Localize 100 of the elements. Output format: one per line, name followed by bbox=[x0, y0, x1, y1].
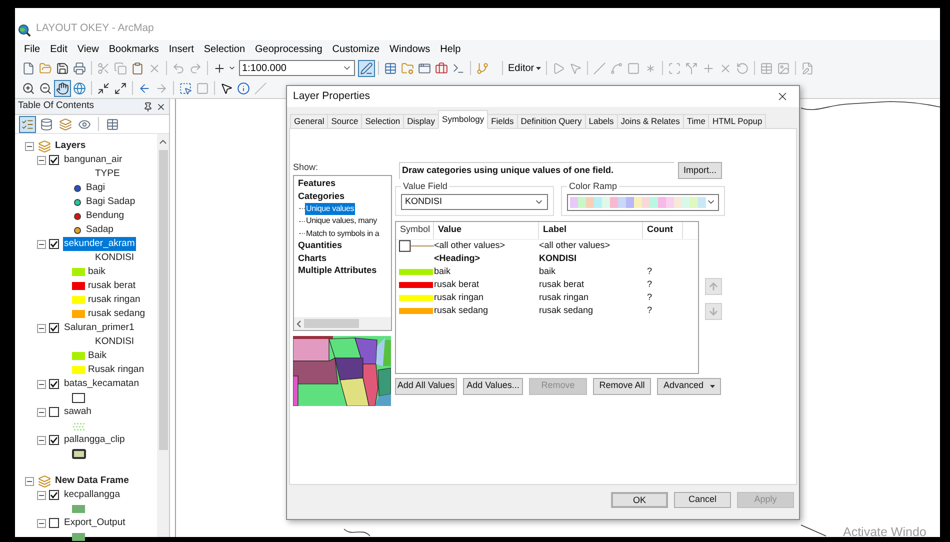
close-icon[interactable] bbox=[776, 90, 789, 103]
list-icon[interactable] bbox=[19, 116, 36, 132]
layer-checkbox[interactable] bbox=[49, 323, 59, 333]
printer-icon[interactable] bbox=[71, 60, 88, 76]
layer-checkbox[interactable] bbox=[49, 407, 59, 417]
collapse-icon[interactable] bbox=[37, 490, 46, 500]
dialog-button[interactable]: OK bbox=[611, 492, 668, 508]
scrollbar[interactable] bbox=[157, 134, 169, 537]
info-icon[interactable] bbox=[235, 80, 252, 96]
menu-item[interactable]: Customize bbox=[327, 42, 385, 56]
legend-label: Bagi bbox=[86, 180, 106, 195]
column-header[interactable]: Value bbox=[434, 222, 539, 238]
layer-checkbox[interactable] bbox=[49, 435, 59, 445]
table-cell-text: rusak berat bbox=[539, 278, 586, 292]
layer-name[interactable]: bangunan_air bbox=[63, 152, 124, 168]
table-cell-text: rusak ringan bbox=[539, 291, 590, 304]
caret-icon bbox=[536, 66, 542, 70]
collapse-icon[interactable] bbox=[25, 142, 34, 150]
collapse-icon[interactable] bbox=[25, 476, 34, 486]
action-button[interactable]: Remove All bbox=[593, 378, 651, 394]
collapse-icon[interactable] bbox=[37, 324, 46, 332]
color-ramp-dropdown[interactable] bbox=[567, 194, 719, 210]
up-arrow-icon bbox=[708, 280, 719, 292]
tab[interactable]: Definition Query bbox=[516, 114, 586, 129]
legend-label: Bendung bbox=[86, 208, 124, 223]
layer-checkbox[interactable] bbox=[49, 155, 59, 165]
tree-item[interactable]: Unique values bbox=[305, 202, 356, 215]
scrollbar[interactable] bbox=[294, 317, 391, 330]
layer-checkbox[interactable] bbox=[49, 379, 59, 389]
layer-checkbox[interactable] bbox=[49, 239, 59, 249]
tab[interactable]: General bbox=[290, 114, 328, 129]
globe-icon[interactable] bbox=[71, 80, 88, 96]
collapse-icon[interactable] bbox=[37, 436, 46, 444]
tree-item[interactable]: Unique values, many bbox=[305, 215, 378, 228]
menu-item[interactable]: Help bbox=[435, 42, 466, 56]
window-title: LAYOUT OKEY - ArcMap bbox=[36, 21, 154, 36]
menu-item[interactable]: File bbox=[19, 42, 46, 56]
tree-item[interactable]: Categories bbox=[297, 190, 346, 204]
collapse-icon[interactable] bbox=[37, 518, 46, 528]
pin-icon[interactable] bbox=[143, 102, 153, 112]
layer-name[interactable]: batas_kecamatan bbox=[63, 376, 140, 392]
layer-name[interactable]: kecpallangga bbox=[63, 488, 121, 502]
tree-item[interactable]: Quantities bbox=[297, 239, 344, 253]
menu-item[interactable]: Selection bbox=[198, 42, 250, 56]
field-name: KONDISI bbox=[95, 334, 134, 349]
data-frame-name[interactable]: Layers bbox=[55, 138, 86, 154]
legend-label: Sadap bbox=[86, 222, 114, 237]
scroll-up-icon[interactable] bbox=[159, 138, 167, 146]
down-arrow-icon bbox=[708, 306, 719, 316]
collapse-icon[interactable] bbox=[37, 240, 46, 248]
table-cell-text: ? bbox=[646, 278, 652, 292]
tab[interactable]: HTML Popup bbox=[708, 114, 766, 129]
scale-dropdown[interactable]: 1:100.000 bbox=[239, 60, 355, 76]
tab[interactable]: Display bbox=[403, 114, 440, 129]
tree-item[interactable]: Charts bbox=[297, 252, 328, 266]
legend-label: Baik bbox=[88, 348, 106, 363]
caret-icon[interactable] bbox=[228, 64, 236, 72]
table-cell-text: <Heading> bbox=[434, 252, 482, 266]
menu-item[interactable]: Windows bbox=[384, 42, 436, 56]
layer-name[interactable]: Export_Output bbox=[63, 516, 126, 530]
menu-item[interactable]: Edit bbox=[45, 42, 72, 56]
layer-checkbox[interactable] bbox=[49, 490, 59, 500]
layer-name[interactable]: pallangga_clip bbox=[63, 432, 126, 448]
menu-item[interactable]: View bbox=[72, 42, 104, 56]
tree-item[interactable]: Match to symbols in a bbox=[305, 228, 380, 240]
action-button[interactable]: Add All Values bbox=[395, 378, 457, 394]
tree-item[interactable]: Multiple Attributes bbox=[297, 264, 378, 278]
action-button[interactable]: Advanced bbox=[657, 378, 721, 394]
column-header[interactable]: Label bbox=[539, 222, 643, 238]
scroll-left-icon[interactable] bbox=[296, 320, 302, 328]
import-button[interactable]: Import... bbox=[678, 162, 722, 179]
group-label: Value Field bbox=[402, 180, 448, 193]
value-field-dropdown[interactable]: KONDISI bbox=[401, 194, 548, 210]
tree-item[interactable]: Features bbox=[297, 177, 337, 191]
layer-checkbox[interactable] bbox=[49, 518, 59, 528]
menu-item[interactable]: Geoprocessing bbox=[250, 42, 328, 56]
layer-name[interactable]: sekunder_akram bbox=[63, 236, 136, 252]
collapse-icon[interactable] bbox=[37, 380, 46, 388]
menu-item[interactable]: Insert bbox=[164, 42, 199, 56]
layers-icon[interactable] bbox=[57, 116, 74, 132]
close-icon[interactable] bbox=[156, 102, 166, 112]
toolbox-icon[interactable] bbox=[433, 60, 450, 76]
column-header[interactable]: Symbol bbox=[396, 222, 434, 238]
editor-menu[interactable]: Editor bbox=[506, 60, 544, 76]
layer-name[interactable]: Saluran_primer1 bbox=[63, 320, 136, 336]
legend-label: rusak berat bbox=[88, 278, 136, 293]
data-frame-name[interactable]: New Data Frame bbox=[55, 474, 129, 488]
dialog-button[interactable]: Cancel bbox=[674, 492, 731, 508]
column-header[interactable]: Count bbox=[643, 222, 683, 238]
collapse-icon[interactable] bbox=[37, 408, 46, 416]
table-cell-text: ? bbox=[646, 265, 652, 278]
collapse-icon[interactable] bbox=[37, 156, 46, 164]
layer-name[interactable]: sawah bbox=[63, 404, 92, 420]
tab[interactable]: Symbology bbox=[438, 110, 488, 129]
database-icon[interactable] bbox=[38, 116, 55, 132]
action-button[interactable]: Add Values... bbox=[463, 378, 523, 394]
dialog-title: Layer Properties bbox=[293, 88, 372, 104]
data-frame-icon bbox=[38, 474, 51, 488]
hand-icon[interactable] bbox=[54, 80, 71, 96]
menu-item[interactable]: Bookmarks bbox=[104, 42, 164, 56]
